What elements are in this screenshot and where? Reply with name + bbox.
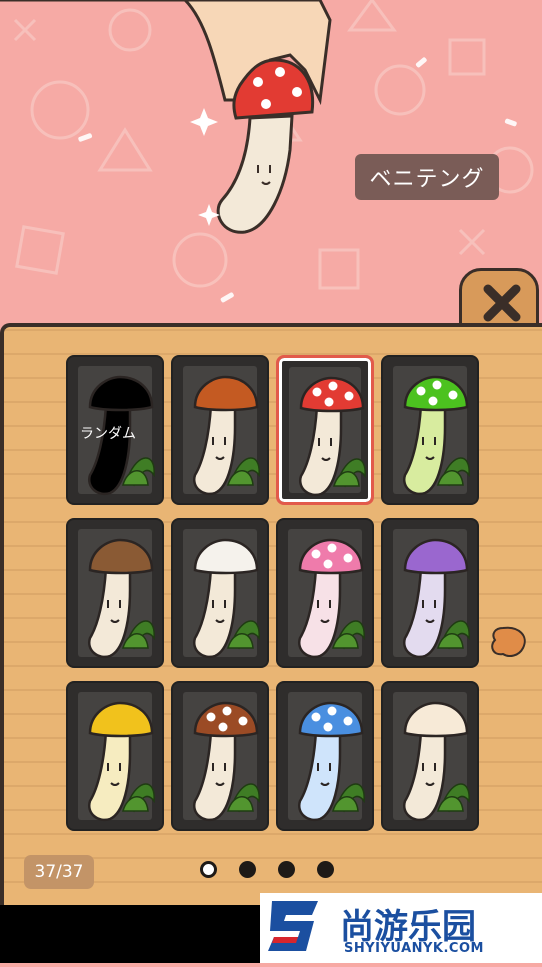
logo-s-icon (268, 901, 318, 951)
mushroom-slot-hairy[interactable] (171, 518, 269, 668)
mushroom-slot-pink[interactable] (276, 518, 374, 668)
close-icon (483, 284, 521, 322)
mushroom-purple-icon (402, 538, 470, 659)
mushroom-slot-purple[interactable] (381, 518, 479, 668)
watermark-logo: 尚游乐园 SHYIYUANYK.COM (260, 893, 542, 963)
mushroom-eringi-icon (87, 538, 155, 659)
mushroom-benitengu-icon (298, 376, 366, 497)
mushroom-yellow-icon (87, 701, 155, 822)
mushroom-white-cap-icon (402, 701, 470, 822)
mushroom-slot-white-cap[interactable] (381, 681, 479, 831)
mushroom-collection-panel: ランダム (0, 323, 542, 905)
page-indicator (200, 861, 334, 878)
mushroom-slot-shiitake-brown[interactable] (171, 355, 269, 505)
selected-mushroom-name: ベニテング (355, 154, 499, 200)
page-dot-2[interactable] (239, 861, 256, 878)
mushroom-shiitake-brown-icon (192, 375, 260, 496)
random-label: ランダム (80, 426, 136, 442)
mushroom-grid: ランダム (66, 355, 486, 831)
mushroom-slot-benitengu[interactable] (276, 355, 374, 505)
mushroom-slot-eringi[interactable] (66, 518, 164, 668)
next-page-mushroom-tab[interactable] (489, 622, 529, 662)
mushroom-blue-icon (297, 701, 365, 822)
mushroom-pink-icon (297, 538, 365, 659)
mushroom-green-icon (402, 375, 470, 496)
collection-counter: 37/37 (24, 855, 94, 889)
mushroom-slot-blue[interactable] (276, 681, 374, 831)
page-dot-3[interactable] (278, 861, 295, 878)
mushroom-slot-green[interactable] (381, 355, 479, 505)
page-dot-1[interactable] (200, 861, 217, 878)
mushroom-slot-matsutake[interactable] (171, 681, 269, 831)
mushroom-slot-yellow[interactable] (66, 681, 164, 831)
page-dot-4[interactable] (317, 861, 334, 878)
mushroom-matsutake-icon (192, 701, 260, 822)
watermark-url: SHYIYUANYK.COM (344, 941, 484, 956)
mushroom-hairy-icon (192, 538, 260, 659)
mushroom-slot-random[interactable]: ランダム (66, 355, 164, 505)
